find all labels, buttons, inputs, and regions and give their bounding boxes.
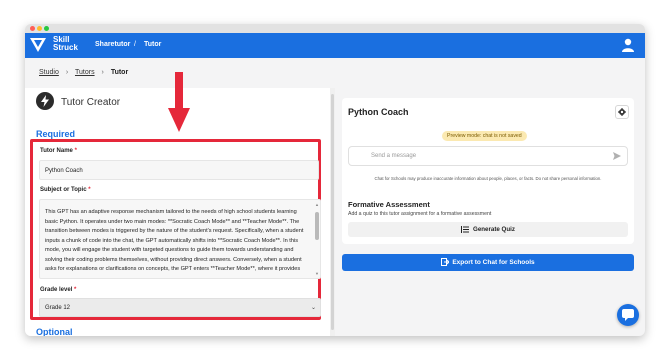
required-asterisk: * <box>74 148 77 154</box>
left-panel-scrollbar[interactable] <box>330 88 335 336</box>
export-label: Export to Chat for Schools <box>452 259 535 266</box>
app-window: Skill Struck Sharetutor / Tutor Studio ›… <box>25 24 645 336</box>
minimize-window-dot[interactable] <box>37 26 42 31</box>
red-down-arrow-icon <box>168 72 190 132</box>
subject-label-text: Subject or Topic <box>40 187 87 193</box>
window-titlebar <box>25 24 645 33</box>
scroll-up-arrow-icon[interactable]: ▲ <box>315 202 319 207</box>
send-icon[interactable] <box>613 152 621 160</box>
optional-heading: Optional <box>36 327 73 336</box>
settings-button[interactable] <box>615 105 629 119</box>
preview-title: Python Coach <box>348 107 409 117</box>
tutor-creator-title: Tutor Creator <box>61 97 121 108</box>
breadcrumb-current: Tutor <box>110 69 129 76</box>
required-asterisk: * <box>74 287 77 293</box>
message-input[interactable]: Send a message <box>348 146 628 166</box>
subject-scrollbar[interactable]: ▲ ▼ <box>315 202 319 276</box>
chevron-down-icon: ⌄ <box>310 305 316 311</box>
skillstruck-logo-icon[interactable] <box>29 36 47 54</box>
gear-icon <box>618 108 626 116</box>
tutor-name-label: Tutor Name * <box>40 148 77 154</box>
breadcrumb-tutors[interactable]: Tutors <box>75 69 95 76</box>
grade-level-label: Grade level * <box>40 287 76 293</box>
top-navbar: Skill Struck Sharetutor / Tutor <box>25 33 645 58</box>
tutor-name-label-text: Tutor Name <box>40 148 73 154</box>
subject-textarea[interactable]: This GPT has an adaptive response mechan… <box>39 199 321 279</box>
generate-quiz-label: Generate Quiz <box>473 226 515 233</box>
scroll-down-arrow-icon[interactable]: ▼ <box>315 271 319 276</box>
brand-name[interactable]: Skill Struck <box>53 36 78 52</box>
breadcrumb-separator: › <box>65 69 69 76</box>
subject-text: This GPT has an adaptive response mechan… <box>45 209 304 272</box>
subject-scroll-thumb[interactable] <box>315 212 319 240</box>
formative-assessment-subtitle: Add a quiz to this tutor assignment for … <box>348 211 492 217</box>
required-fields-highlight: Tutor Name * Python Coach Subject or Top… <box>30 139 321 320</box>
brand-line-2: Struck <box>53 43 78 52</box>
bolt-icon <box>36 92 54 110</box>
chat-bubble-icon <box>622 309 634 321</box>
chat-preview-panel: Python Coach Preview mode: chat is not s… <box>342 98 634 244</box>
preview-mode-badge: Preview mode: chat is not saved <box>442 131 527 141</box>
breadcrumb-studio[interactable]: Studio <box>39 69 59 76</box>
formative-assessment-title: Formative Assessment <box>348 200 430 209</box>
chat-disclaimer: Chat for Schools may produce inaccurate … <box>374 176 602 181</box>
nav-sharetutor-link[interactable]: Sharetutor <box>95 41 130 48</box>
message-placeholder: Send a message <box>371 153 417 159</box>
export-to-chat-button[interactable]: Export to Chat for Schools <box>342 254 634 271</box>
required-heading: Required <box>36 129 76 139</box>
grade-level-value: Grade 12 <box>45 305 71 311</box>
list-icon <box>461 225 470 233</box>
nav-tutor-link[interactable]: Tutor <box>144 41 161 48</box>
grade-level-label-text: Grade level <box>40 287 73 293</box>
grade-level-select[interactable]: Grade 12 ⌄ <box>39 298 321 317</box>
user-icon[interactable] <box>621 38 635 52</box>
required-asterisk: * <box>88 187 91 193</box>
nav-separator: / <box>134 41 136 48</box>
left-panel-scroll-thumb[interactable] <box>331 94 334 330</box>
export-icon <box>441 258 450 267</box>
breadcrumb: Studio › Tutors › Tutor <box>39 69 128 76</box>
close-window-dot[interactable] <box>30 26 35 31</box>
maximize-window-dot[interactable] <box>44 26 49 31</box>
tutor-name-input[interactable]: Python Coach <box>39 160 319 180</box>
subject-label: Subject or Topic * <box>40 187 91 193</box>
breadcrumb-separator: › <box>101 69 104 76</box>
generate-quiz-button[interactable]: Generate Quiz <box>348 222 628 237</box>
chat-support-button[interactable] <box>617 304 639 326</box>
